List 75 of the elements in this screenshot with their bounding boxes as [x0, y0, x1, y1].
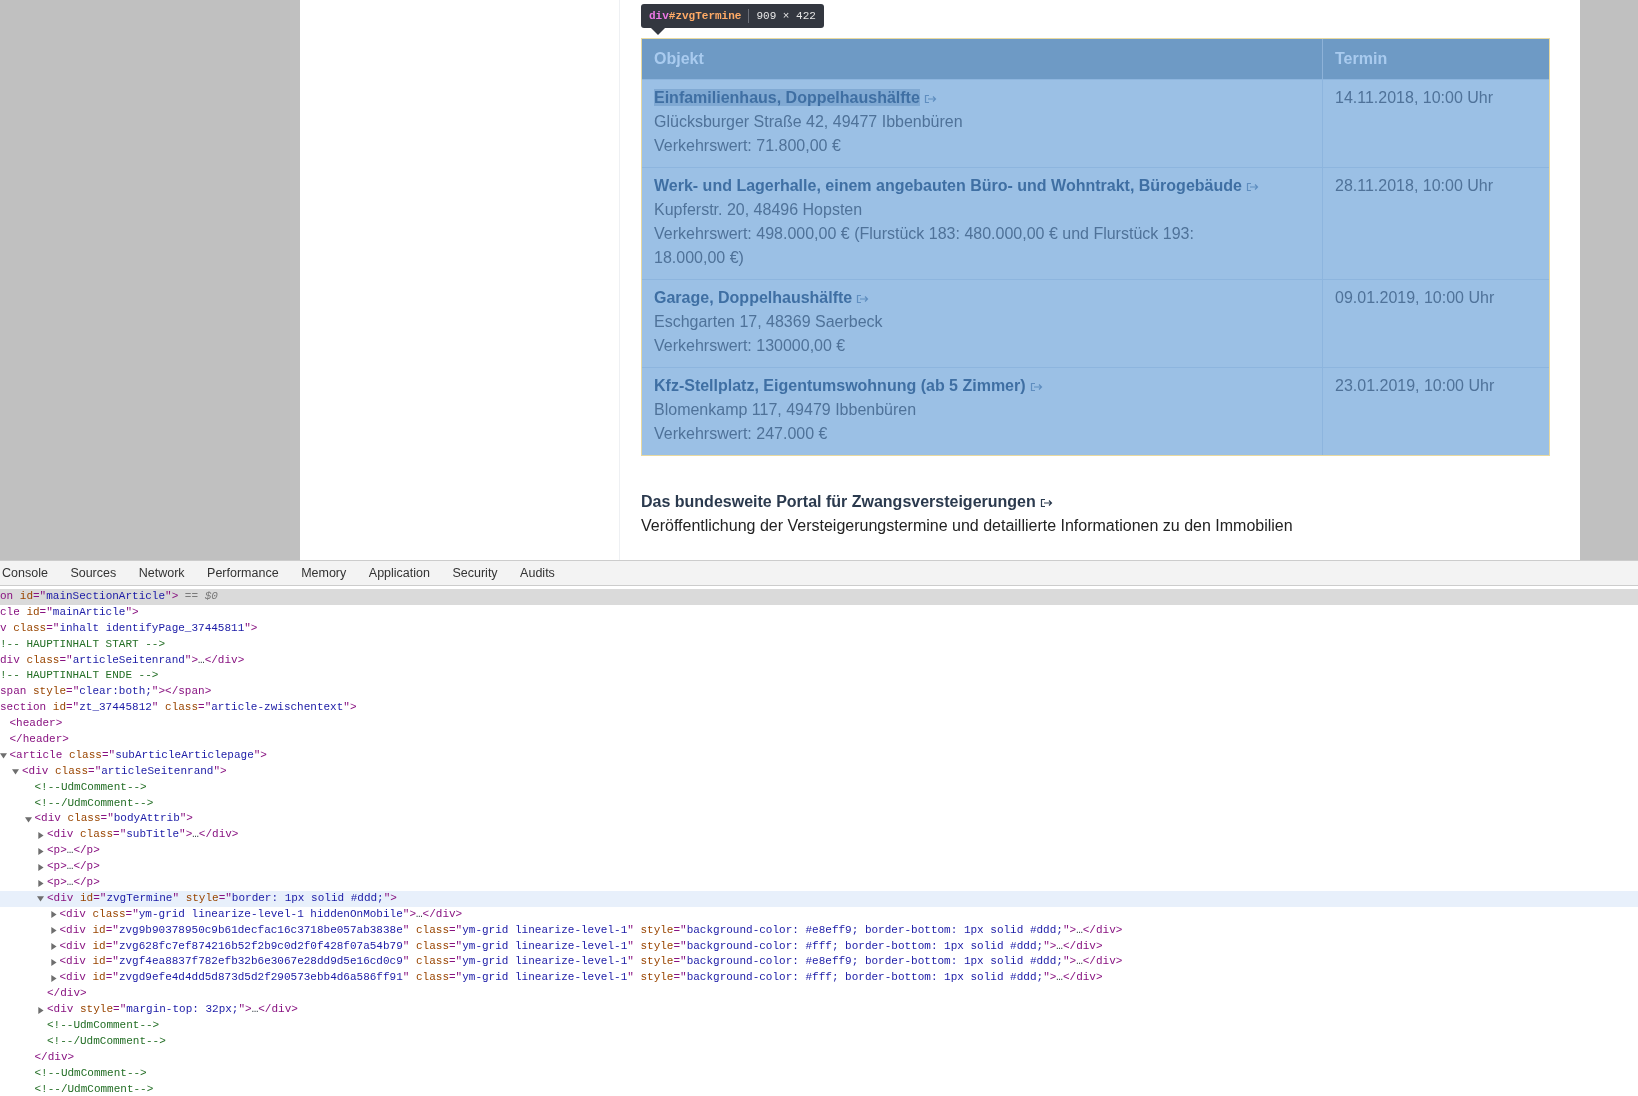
column-header: Termin: [1322, 39, 1549, 79]
code-line[interactable]: <p>…</p>: [0, 875, 1638, 891]
element-size: 909 × 422: [756, 8, 816, 24]
portal-link[interactable]: Das bundesweite Portal für Zwangsversteigerungen: [641, 493, 1036, 510]
property-detail: Verkehrswert: 498.000,00 € (Flurstück 183: 480.000,00 € und Flurstück 193: 18.000,00 €): [654, 224, 1195, 268]
code-line[interactable]: <!--UdmComment-->: [0, 1018, 1638, 1034]
property-detail: Glücksburger Straße 42, 49477 Ibbenbüren: [654, 112, 964, 132]
code-line[interactable]: <div id="zvgd9efe4d4dd5d873d5d2f290573ebb4d6a586ff91" class="ym-grid linearize-level-1" style="background-color: #fff; border-bottom: 1px solid #ddd;">…</div>: [0, 970, 1638, 987]
external-link-icon: [1029, 382, 1043, 392]
code-line[interactable]: </header>: [0, 732, 1638, 748]
appointment-date: 09.01.2019, 10:00 Uhr: [1335, 289, 1495, 306]
external-link-icon: [1245, 182, 1259, 192]
code-line[interactable]: div class="articleSeitenrand">…</div>: [0, 652, 1638, 669]
column-header: Objekt: [653, 49, 705, 69]
code-line[interactable]: v class="inhalt identifyPage_37445811">: [0, 620, 1638, 637]
property-detail: Verkehrswert: 71.800,00 €: [654, 136, 842, 156]
code-line[interactable]: <div class="subTitle">…</div>: [0, 827, 1638, 844]
triangle-icon[interactable]: [49, 927, 57, 935]
code-line[interactable]: <div class="bodyAttrib">: [0, 811, 1638, 828]
element-selector: div#zvgTermine: [649, 8, 742, 24]
code-line[interactable]: <!--UdmComment-->: [0, 779, 1638, 796]
triangle-icon[interactable]: [49, 974, 57, 982]
property-detail: Kupferstr. 20, 48496 Hopsten: [654, 200, 864, 220]
triangle-icon[interactable]: [37, 863, 44, 871]
triangle-icon[interactable]: [37, 895, 44, 903]
code-line[interactable]: <div id="zvg628fc7ef874216b52f2b9c0d2f0f428f07a54b79" class="ym-grid linearize-level-1" style="background-color: #fff; border-bottom: 1px solid #ddd;">…</div>: [0, 938, 1638, 955]
triangle-icon[interactable]: [49, 943, 57, 951]
appointment-date: 23.01.2019, 10:00 Uhr: [1335, 377, 1495, 394]
triangle-icon[interactable]: [24, 815, 32, 823]
code-line[interactable]: <header>: [0, 716, 1638, 732]
code-line[interactable]: cle id="mainArticle">: [0, 604, 1638, 621]
code-line[interactable]: <p>…</p>: [0, 859, 1638, 876]
triangle-icon[interactable]: [49, 959, 57, 966]
code-line[interactable]: !-- HAUPTINHALT ENDE -->: [0, 668, 1638, 685]
devtools-tab[interactable]: Console: [2, 563, 48, 583]
code-line[interactable]: <article class="subArticleArticlepage">: [0, 747, 1638, 764]
code-line[interactable]: <div class="articleSeitenrand">: [0, 763, 1638, 780]
code-line[interactable]: <div id="zvgf4ea8837f782efb32b6e3067e28dd9d5e16cd0c9" class="ym-grid linearize-level-1" style="background-color: #e8eff9; border-bottom: 1px solid #ddd;">…</div>: [0, 954, 1638, 971]
devtools-tab[interactable]: Application: [368, 563, 430, 583]
code-line[interactable]: section id="zt_37445812" class="article-zwischentext">: [0, 700, 1638, 717]
appointment-date: 28.11.2018, 10:00 Uhr: [1335, 177, 1494, 194]
devtools-tab[interactable]: Network: [138, 563, 185, 583]
triangle-icon[interactable]: [37, 1006, 44, 1014]
triangle-icon[interactable]: [49, 911, 57, 919]
code-line[interactable]: span style="clear:both;"></span>: [0, 684, 1638, 701]
triangle-icon[interactable]: [37, 879, 44, 887]
external-link-icon: [856, 294, 870, 304]
code-line[interactable]: !-- HAUPTINHALT START -->: [0, 636, 1638, 653]
devtools-tab[interactable]: Sources: [70, 563, 117, 583]
code-line[interactable]: <!--/UdmComment-->: [0, 795, 1638, 812]
devtools-tab[interactable]: Memory: [301, 563, 347, 583]
property-detail: Verkehrswert: 247.000 €: [654, 424, 829, 444]
portal-description: Veröffentlichung der Versteigerungstermine und detaillierte Informationen zu den Immobilien: [641, 516, 1294, 536]
closing-tag-line[interactable]: </div>: [0, 1049, 1638, 1066]
code-line[interactable]: <div style="margin-top: 32px;">…</div>: [0, 1002, 1638, 1019]
code-line[interactable]: <div id="zvg9b90378950c9b61decfac16c3718be057ab3838e" class="ym-grid linearize-level-1" style="background-color: #e8eff9; border-bottom: 1px solid #ddd;">…</div>: [0, 922, 1638, 939]
code-line[interactable]: <!--/UdmComment-->: [0, 1081, 1638, 1096]
closing-tag-line[interactable]: </div>: [0, 986, 1638, 1003]
triangle-icon[interactable]: [0, 752, 7, 760]
property-detail: Blomenkamp 117, 49479 Ibbenbüren: [654, 400, 918, 420]
devtools-tab[interactable]: Audits: [520, 563, 555, 583]
triangle-icon[interactable]: [37, 847, 44, 855]
code-line[interactable]: <div class="ym-grid linearize-level-1 hiddenOnMobile">…</div>: [0, 906, 1638, 923]
external-link-icon: [1039, 498, 1053, 508]
code-line[interactable]: <!--/UdmComment-->: [0, 1033, 1638, 1050]
devtools-tab[interactable]: Security: [452, 563, 498, 583]
property-detail: Verkehrswert: 130000,00 €: [654, 336, 847, 356]
external-link-icon: [923, 94, 937, 104]
code-line[interactable]: <!--UdmComment-->: [0, 1065, 1638, 1082]
property-detail: Eschgarten 17, 48369 Saerbeck: [654, 312, 884, 332]
devtools-tab[interactable]: Performance: [207, 563, 279, 583]
triangle-icon[interactable]: [12, 768, 19, 776]
triangle-icon[interactable]: [37, 831, 44, 839]
appointment-date: 14.11.2018, 10:00 Uhr: [1335, 89, 1494, 106]
code-line[interactable]: <p>…</p>: [0, 843, 1638, 860]
